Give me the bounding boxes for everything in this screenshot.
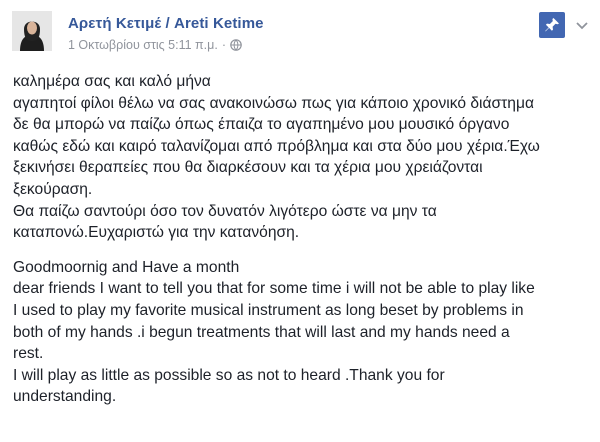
text-line: both of my hands .i begun treatments tha…: [13, 323, 510, 341]
pin-button[interactable]: [539, 12, 565, 38]
profile-avatar[interactable]: [12, 11, 52, 51]
text-line: καταπονώ.Ευχαριστώ για την κατανόηση.: [13, 224, 300, 242]
text-line: καλημέρα σας και καλό μήνα: [13, 73, 211, 90]
text-line: αγαπητοί φίλοι θέλω να σας ανακοινώσω πω…: [13, 94, 534, 112]
english-message: Goodmoornig and Have a month dear friend…: [13, 257, 593, 408]
text-line: Θα παίζω σαντούρι όσο τον δυνατόν λιγότε…: [13, 202, 437, 220]
post-text: καλημέρα σας και καλό μήνα αγαπητοί φίλο…: [13, 71, 593, 421]
post-timestamp[interactable]: 1 Οκτωβρίου στις 5:11 π.μ.: [68, 38, 218, 52]
text-line: δε θα μπορώ να παίζω όπως έπαιζα το αγαπ…: [13, 116, 510, 134]
text-line: Goodmoornig and Have a month: [13, 258, 240, 276]
text-line: ξεκούραση.: [13, 180, 93, 198]
globe-icon[interactable]: [230, 39, 242, 54]
text-line: rest.: [13, 345, 44, 363]
text-line: understanding.: [13, 388, 117, 406]
text-line: ξεκινήσει θεραπείες που θα διαρκέσουν κα…: [13, 159, 483, 177]
text-line: I will play as little as possible so as …: [13, 366, 445, 384]
text-line: dear friends I want to tell you that for…: [13, 280, 535, 298]
text-line: καθώς εδώ και καιρό ταλανίζομαι από πρόβ…: [13, 137, 540, 155]
post-meta: 1 Οκτωβρίου στις 5:11 π.μ. ·: [68, 38, 242, 54]
meta-separator: ·: [221, 38, 227, 52]
pin-icon: [545, 18, 559, 32]
greek-message: καλημέρα σας και καλό μήνα αγαπητοί φίλο…: [13, 71, 593, 244]
text-line: I used to play my favorite musical instr…: [13, 301, 524, 319]
chevron-down-icon[interactable]: [576, 17, 588, 35]
facebook-post: Αρετή Κετιμέ / Areti Ketime 1 Οκτωβρίου …: [0, 0, 600, 442]
avatar-image: [12, 11, 52, 51]
author-name[interactable]: Αρετή Κετιμέ / Areti Ketime: [68, 15, 264, 32]
